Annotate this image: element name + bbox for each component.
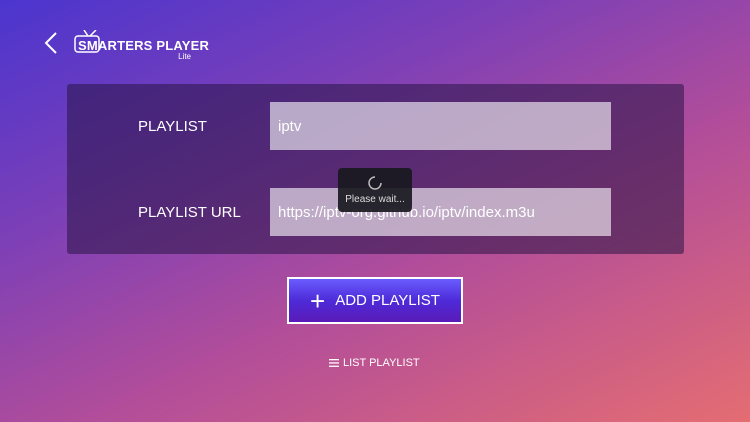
spinner-icon [368,175,382,190]
back-icon [44,32,57,54]
logo-title: SMARTERS PLAYER [78,38,210,53]
loading-toast: Please wait... [338,168,412,212]
list-playlist-label: LIST PLAYLIST [343,357,420,369]
add-playlist-label: ADD PLAYLIST [335,292,440,309]
app-logo: SMARTERS PLAYER Lite [74,20,209,61]
loading-text: Please wait... [345,193,405,205]
plus-icon: + [310,285,326,316]
playlist-url-label: PLAYLIST URL [138,204,241,221]
back-button[interactable] [40,30,62,56]
playlist-label: PLAYLIST [138,118,207,135]
logo-subtitle: Lite [178,52,191,61]
playlist-url-input[interactable]: https://iptv-org.github.io/iptv/index.m3… [270,188,611,236]
menu-icon [329,359,339,367]
add-playlist-button[interactable]: + ADD PLAYLIST [287,277,463,324]
playlist-name-input[interactable]: iptv [270,102,611,150]
list-playlist-link[interactable]: LIST PLAYLIST [329,357,420,369]
